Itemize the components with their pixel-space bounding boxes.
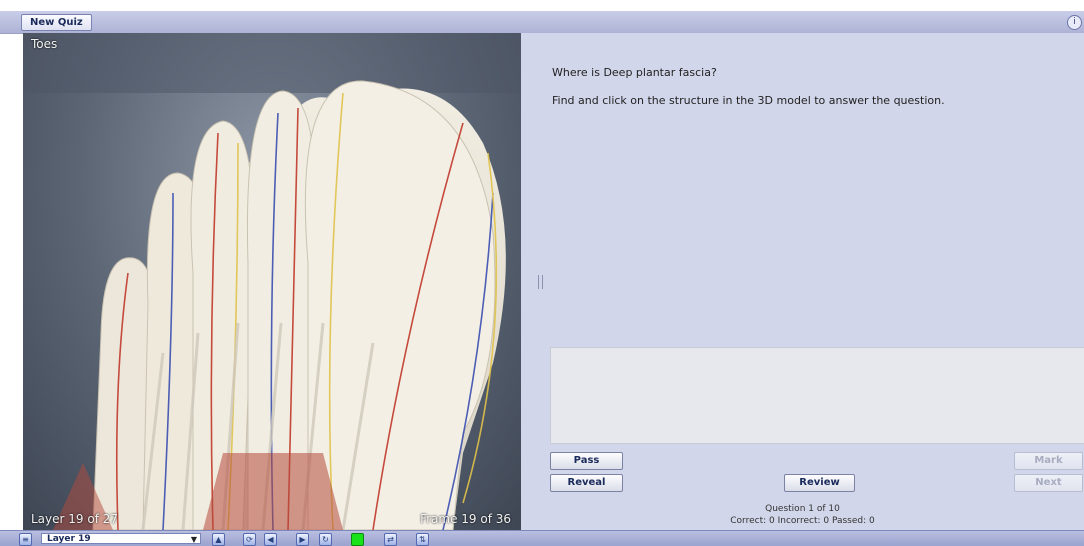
3d-model-viewer[interactable]: Toes Layer 19 of 27 Frame 19 of 36: [23, 33, 521, 530]
info-icon[interactable]: i: [1067, 15, 1082, 30]
answer-feedback-box: [550, 347, 1084, 444]
question-panel: Where is Deep plantar fascia? Find and c…: [521, 33, 1084, 530]
rotate-icon[interactable]: ⟳: [243, 533, 256, 546]
layer-up-icon[interactable]: ▲: [212, 533, 225, 546]
question-progress: Question 1 of 10: [765, 504, 840, 514]
layer-counter: Layer 19 of 27: [31, 512, 119, 526]
mark-button[interactable]: Mark: [1014, 452, 1083, 470]
prev-frame-icon[interactable]: ◀: [264, 533, 277, 546]
reveal-button[interactable]: Reveal: [550, 474, 623, 492]
swap-icon[interactable]: ⇄: [384, 533, 397, 546]
review-button[interactable]: Review: [784, 474, 855, 492]
foot-anatomy-image[interactable]: [23, 33, 521, 530]
instruction-text: Find and click on the structure in the 3…: [552, 94, 945, 107]
layer-select[interactable]: Layer 19 ▼: [41, 533, 201, 544]
bottom-toolbar: ≡ Layer 19 ▼ ▲ ⟳ ◀ ▶ ↻ ⇄ ⇅: [0, 530, 1084, 546]
chevron-down-icon: ▼: [190, 535, 197, 544]
color-swatch-icon[interactable]: [351, 533, 364, 546]
spin-icon[interactable]: ↻: [319, 533, 332, 546]
pass-button[interactable]: Pass: [550, 452, 623, 470]
score-summary: Correct: 0 Incorrect: 0 Passed: 0: [730, 516, 875, 526]
next-button[interactable]: Next: [1014, 474, 1083, 492]
menu-icon[interactable]: ≡: [19, 533, 32, 546]
region-label: Toes: [31, 37, 58, 51]
new-quiz-button[interactable]: New Quiz: [21, 14, 92, 31]
sort-icon[interactable]: ⇅: [416, 533, 429, 546]
frame-counter: Frame 19 of 36: [420, 512, 511, 526]
question-text: Where is Deep plantar fascia?: [552, 66, 717, 79]
top-toolbar: New Quiz i: [0, 11, 1084, 34]
next-frame-icon[interactable]: ▶: [296, 533, 309, 546]
panel-splitter-handle[interactable]: [538, 275, 543, 289]
layer-select-value: Layer 19: [47, 534, 91, 544]
